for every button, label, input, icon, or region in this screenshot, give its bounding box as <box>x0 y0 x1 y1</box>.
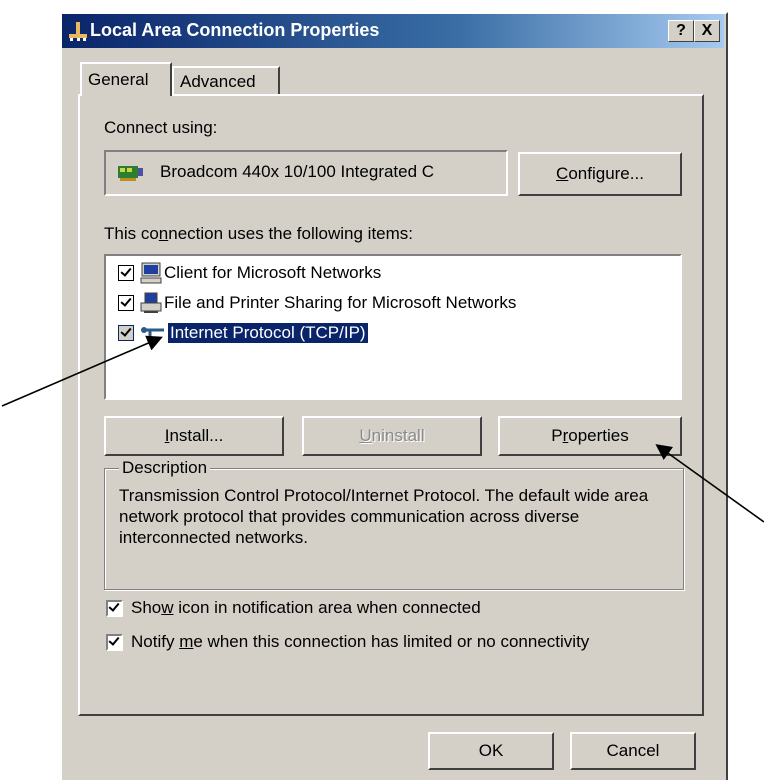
window-title: Local Area Connection Properties <box>90 20 380 40</box>
cancel-button[interactable]: Cancel <box>570 732 696 770</box>
adapter-name: Broadcom 440x 10/100 Integrated C <box>160 162 435 181</box>
connect-using-label: Connect using: <box>104 118 218 137</box>
item-label: Client for Microsoft Networks <box>164 263 382 282</box>
notify-checkbox[interactable] <box>106 633 123 651</box>
install-button[interactable]: Install... <box>104 416 284 456</box>
tab-general-label: General <box>88 70 149 89</box>
description-text: Transmission Control Protocol/Internet P… <box>119 486 649 547</box>
description-legend: Description <box>119 458 211 478</box>
item-label: Internet Protocol (TCP/IP) <box>167 322 369 344</box>
network-protocol-icon <box>141 327 164 342</box>
help-button[interactable]: ? <box>668 20 694 42</box>
printer-icon <box>140 292 162 313</box>
tab-joiner <box>82 93 170 97</box>
close-button[interactable]: X <box>694 20 720 42</box>
configure-button[interactable]: Configure... <box>518 152 682 196</box>
list-item[interactable]: Client for Microsoft Networks <box>118 260 381 286</box>
tab-advanced-label: Advanced <box>180 72 256 91</box>
computer-icon <box>140 262 162 284</box>
components-list[interactable]: Client for Microsoft Networks File and P… <box>104 254 682 400</box>
show-icon-checkbox[interactable] <box>106 599 123 617</box>
item-checkbox[interactable] <box>118 325 134 341</box>
show-icon-label: Show icon in notification area when conn… <box>131 598 481 617</box>
description-group: Description Transmission Control Protoco… <box>104 458 684 590</box>
tab-general[interactable]: General <box>80 62 172 96</box>
items-label: This connection uses the following items… <box>104 224 414 243</box>
item-checkbox[interactable] <box>118 295 134 311</box>
install-button-label: Install... <box>164 426 224 445</box>
uninstall-button-label: Uninstall <box>359 426 425 445</box>
notify-label: Notify me when this connection has limit… <box>131 632 590 651</box>
show-icon-option[interactable]: Show icon in notification area when conn… <box>106 598 481 618</box>
item-checkbox[interactable] <box>118 265 134 281</box>
adapter-field: Broadcom 440x 10/100 Integrated C <box>104 150 508 196</box>
network-connection-icon <box>69 22 87 41</box>
item-label: File and Printer Sharing for Microsoft N… <box>164 293 517 312</box>
list-item-selected[interactable]: Internet Protocol (TCP/IP) <box>118 320 369 346</box>
uninstall-button[interactable]: Uninstall <box>302 416 482 456</box>
title-bar[interactable]: Local Area Connection Properties ? X <box>62 14 724 48</box>
notify-option[interactable]: Notify me when this connection has limit… <box>106 632 589 652</box>
ok-button[interactable]: OK <box>428 732 554 770</box>
properties-button-label: Properties <box>551 426 629 445</box>
configure-button-label: Configure... <box>556 164 644 183</box>
properties-button[interactable]: Properties <box>498 416 682 456</box>
list-item[interactable]: File and Printer Sharing for Microsoft N… <box>118 290 516 316</box>
tab-advanced[interactable]: Advanced <box>172 66 280 94</box>
network-adapter-icon <box>118 166 143 181</box>
